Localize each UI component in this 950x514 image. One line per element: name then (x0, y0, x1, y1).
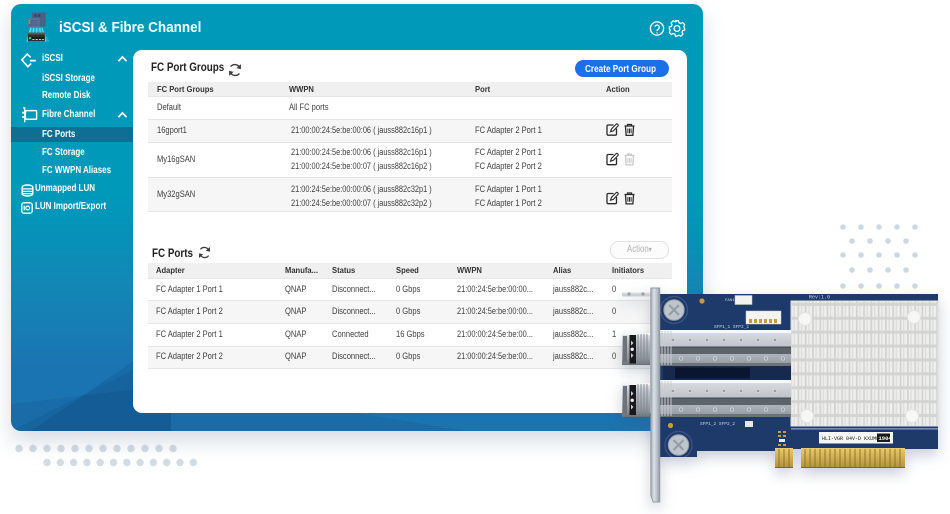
svg-text:1904: 1904 (879, 435, 893, 442)
svg-text:HLI-VGR 04V-D KXUM01: HLI-VGR 04V-D KXUM01 (822, 436, 882, 442)
svg-text:FAN1: FAN1 (725, 299, 735, 303)
svg-text:Rev:1.0: Rev:1.0 (809, 295, 830, 301)
svg-text:SFP1_1 SFP2_1: SFP1_1 SFP2_1 (714, 324, 749, 330)
svg-text:SFP1_2 SFP2_2: SFP1_2 SFP2_2 (700, 421, 735, 427)
